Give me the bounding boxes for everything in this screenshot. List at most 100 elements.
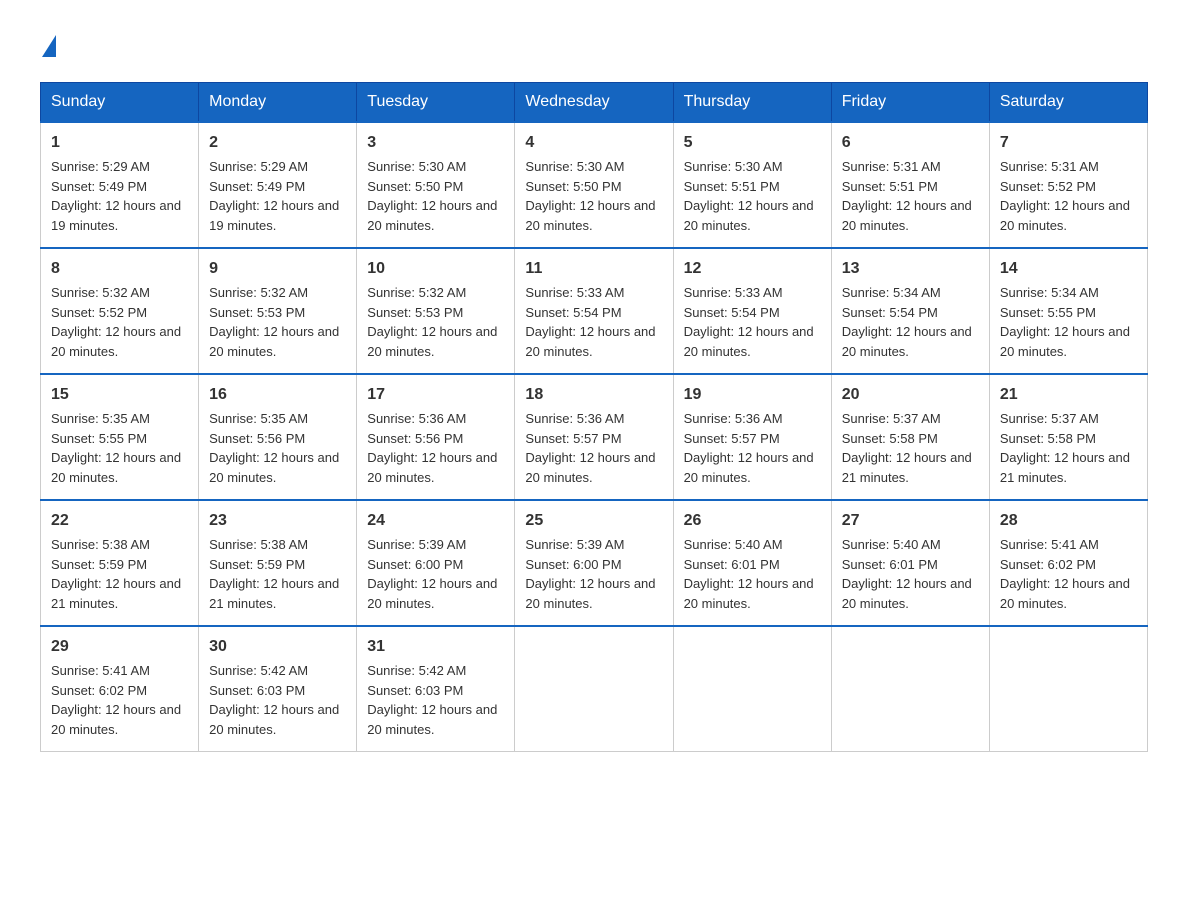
week-row-4: 22 Sunrise: 5:38 AM Sunset: 5:59 PM Dayl…	[41, 500, 1148, 626]
sunset-text: Sunset: 6:01 PM	[684, 557, 780, 572]
daylight-text: Daylight: 12 hours and 20 minutes.	[209, 324, 339, 359]
sunrise-text: Sunrise: 5:34 AM	[842, 285, 941, 300]
sunrise-text: Sunrise: 5:41 AM	[1000, 537, 1099, 552]
day-header-monday: Monday	[199, 83, 357, 123]
week-row-1: 1 Sunrise: 5:29 AM Sunset: 5:49 PM Dayli…	[41, 122, 1148, 248]
day-number: 9	[209, 257, 346, 281]
calendar-cell: 17 Sunrise: 5:36 AM Sunset: 5:56 PM Dayl…	[357, 374, 515, 500]
day-number: 27	[842, 509, 979, 533]
sunset-text: Sunset: 5:54 PM	[684, 305, 780, 320]
sunrise-text: Sunrise: 5:33 AM	[684, 285, 783, 300]
sunrise-text: Sunrise: 5:39 AM	[525, 537, 624, 552]
sunrise-text: Sunrise: 5:40 AM	[842, 537, 941, 552]
calendar-cell: 13 Sunrise: 5:34 AM Sunset: 5:54 PM Dayl…	[831, 248, 989, 374]
calendar-cell: 7 Sunrise: 5:31 AM Sunset: 5:52 PM Dayli…	[989, 122, 1147, 248]
daylight-text: Daylight: 12 hours and 20 minutes.	[684, 198, 814, 233]
daylight-text: Daylight: 12 hours and 21 minutes.	[51, 576, 181, 611]
sunset-text: Sunset: 5:50 PM	[367, 179, 463, 194]
sunset-text: Sunset: 5:55 PM	[1000, 305, 1096, 320]
calendar-cell: 22 Sunrise: 5:38 AM Sunset: 5:59 PM Dayl…	[41, 500, 199, 626]
day-number: 11	[525, 257, 662, 281]
sunset-text: Sunset: 5:49 PM	[209, 179, 305, 194]
sunset-text: Sunset: 6:00 PM	[525, 557, 621, 572]
day-number: 6	[842, 131, 979, 155]
calendar-cell: 21 Sunrise: 5:37 AM Sunset: 5:58 PM Dayl…	[989, 374, 1147, 500]
day-number: 3	[367, 131, 504, 155]
logo-triangle-icon	[42, 35, 56, 57]
sunrise-text: Sunrise: 5:30 AM	[367, 159, 466, 174]
day-number: 26	[684, 509, 821, 533]
sunrise-text: Sunrise: 5:35 AM	[51, 411, 150, 426]
day-number: 19	[684, 383, 821, 407]
sunset-text: Sunset: 6:02 PM	[1000, 557, 1096, 572]
calendar-cell: 27 Sunrise: 5:40 AM Sunset: 6:01 PM Dayl…	[831, 500, 989, 626]
daylight-text: Daylight: 12 hours and 20 minutes.	[51, 324, 181, 359]
sunset-text: Sunset: 5:52 PM	[1000, 179, 1096, 194]
daylight-text: Daylight: 12 hours and 20 minutes.	[367, 198, 497, 233]
sunset-text: Sunset: 5:50 PM	[525, 179, 621, 194]
daylight-text: Daylight: 12 hours and 20 minutes.	[684, 324, 814, 359]
calendar-cell: 3 Sunrise: 5:30 AM Sunset: 5:50 PM Dayli…	[357, 122, 515, 248]
week-row-3: 15 Sunrise: 5:35 AM Sunset: 5:55 PM Dayl…	[41, 374, 1148, 500]
daylight-text: Daylight: 12 hours and 20 minutes.	[367, 576, 497, 611]
calendar-cell: 11 Sunrise: 5:33 AM Sunset: 5:54 PM Dayl…	[515, 248, 673, 374]
day-header-friday: Friday	[831, 83, 989, 123]
day-number: 1	[51, 131, 188, 155]
day-number: 21	[1000, 383, 1137, 407]
calendar-cell: 10 Sunrise: 5:32 AM Sunset: 5:53 PM Dayl…	[357, 248, 515, 374]
sunrise-text: Sunrise: 5:39 AM	[367, 537, 466, 552]
daylight-text: Daylight: 12 hours and 20 minutes.	[525, 450, 655, 485]
sunrise-text: Sunrise: 5:37 AM	[1000, 411, 1099, 426]
day-number: 12	[684, 257, 821, 281]
calendar-cell: 29 Sunrise: 5:41 AM Sunset: 6:02 PM Dayl…	[41, 626, 199, 752]
calendar-cell: 16 Sunrise: 5:35 AM Sunset: 5:56 PM Dayl…	[199, 374, 357, 500]
day-number: 24	[367, 509, 504, 533]
day-number: 14	[1000, 257, 1137, 281]
daylight-text: Daylight: 12 hours and 20 minutes.	[842, 198, 972, 233]
sunset-text: Sunset: 5:49 PM	[51, 179, 147, 194]
sunset-text: Sunset: 5:56 PM	[367, 431, 463, 446]
daylight-text: Daylight: 12 hours and 20 minutes.	[525, 198, 655, 233]
daylight-text: Daylight: 12 hours and 20 minutes.	[1000, 576, 1130, 611]
day-header-sunday: Sunday	[41, 83, 199, 123]
day-number: 23	[209, 509, 346, 533]
calendar-cell: 30 Sunrise: 5:42 AM Sunset: 6:03 PM Dayl…	[199, 626, 357, 752]
calendar-cell: 2 Sunrise: 5:29 AM Sunset: 5:49 PM Dayli…	[199, 122, 357, 248]
sunset-text: Sunset: 5:58 PM	[1000, 431, 1096, 446]
sunset-text: Sunset: 5:57 PM	[684, 431, 780, 446]
week-row-2: 8 Sunrise: 5:32 AM Sunset: 5:52 PM Dayli…	[41, 248, 1148, 374]
day-header-thursday: Thursday	[673, 83, 831, 123]
daylight-text: Daylight: 12 hours and 20 minutes.	[1000, 324, 1130, 359]
sunset-text: Sunset: 5:55 PM	[51, 431, 147, 446]
sunset-text: Sunset: 6:03 PM	[367, 683, 463, 698]
daylight-text: Daylight: 12 hours and 21 minutes.	[1000, 450, 1130, 485]
day-number: 29	[51, 635, 188, 659]
calendar-cell: 6 Sunrise: 5:31 AM Sunset: 5:51 PM Dayli…	[831, 122, 989, 248]
day-header-saturday: Saturday	[989, 83, 1147, 123]
calendar-cell: 28 Sunrise: 5:41 AM Sunset: 6:02 PM Dayl…	[989, 500, 1147, 626]
calendar-cell: 19 Sunrise: 5:36 AM Sunset: 5:57 PM Dayl…	[673, 374, 831, 500]
calendar-cell: 14 Sunrise: 5:34 AM Sunset: 5:55 PM Dayl…	[989, 248, 1147, 374]
calendar-cell	[515, 626, 673, 752]
daylight-text: Daylight: 12 hours and 20 minutes.	[367, 702, 497, 737]
sunrise-text: Sunrise: 5:35 AM	[209, 411, 308, 426]
daylight-text: Daylight: 12 hours and 20 minutes.	[525, 576, 655, 611]
day-number: 4	[525, 131, 662, 155]
day-number: 20	[842, 383, 979, 407]
calendar-cell: 12 Sunrise: 5:33 AM Sunset: 5:54 PM Dayl…	[673, 248, 831, 374]
sunset-text: Sunset: 6:00 PM	[367, 557, 463, 572]
calendar-cell: 24 Sunrise: 5:39 AM Sunset: 6:00 PM Dayl…	[357, 500, 515, 626]
sunset-text: Sunset: 5:59 PM	[51, 557, 147, 572]
daylight-text: Daylight: 12 hours and 20 minutes.	[842, 324, 972, 359]
logo	[40, 30, 56, 62]
day-number: 31	[367, 635, 504, 659]
day-number: 25	[525, 509, 662, 533]
sunrise-text: Sunrise: 5:38 AM	[209, 537, 308, 552]
daylight-text: Daylight: 12 hours and 19 minutes.	[209, 198, 339, 233]
sunset-text: Sunset: 5:54 PM	[842, 305, 938, 320]
daylight-text: Daylight: 12 hours and 21 minutes.	[842, 450, 972, 485]
daylight-text: Daylight: 12 hours and 20 minutes.	[209, 702, 339, 737]
sunrise-text: Sunrise: 5:42 AM	[367, 663, 466, 678]
calendar-cell: 26 Sunrise: 5:40 AM Sunset: 6:01 PM Dayl…	[673, 500, 831, 626]
sunrise-text: Sunrise: 5:36 AM	[525, 411, 624, 426]
